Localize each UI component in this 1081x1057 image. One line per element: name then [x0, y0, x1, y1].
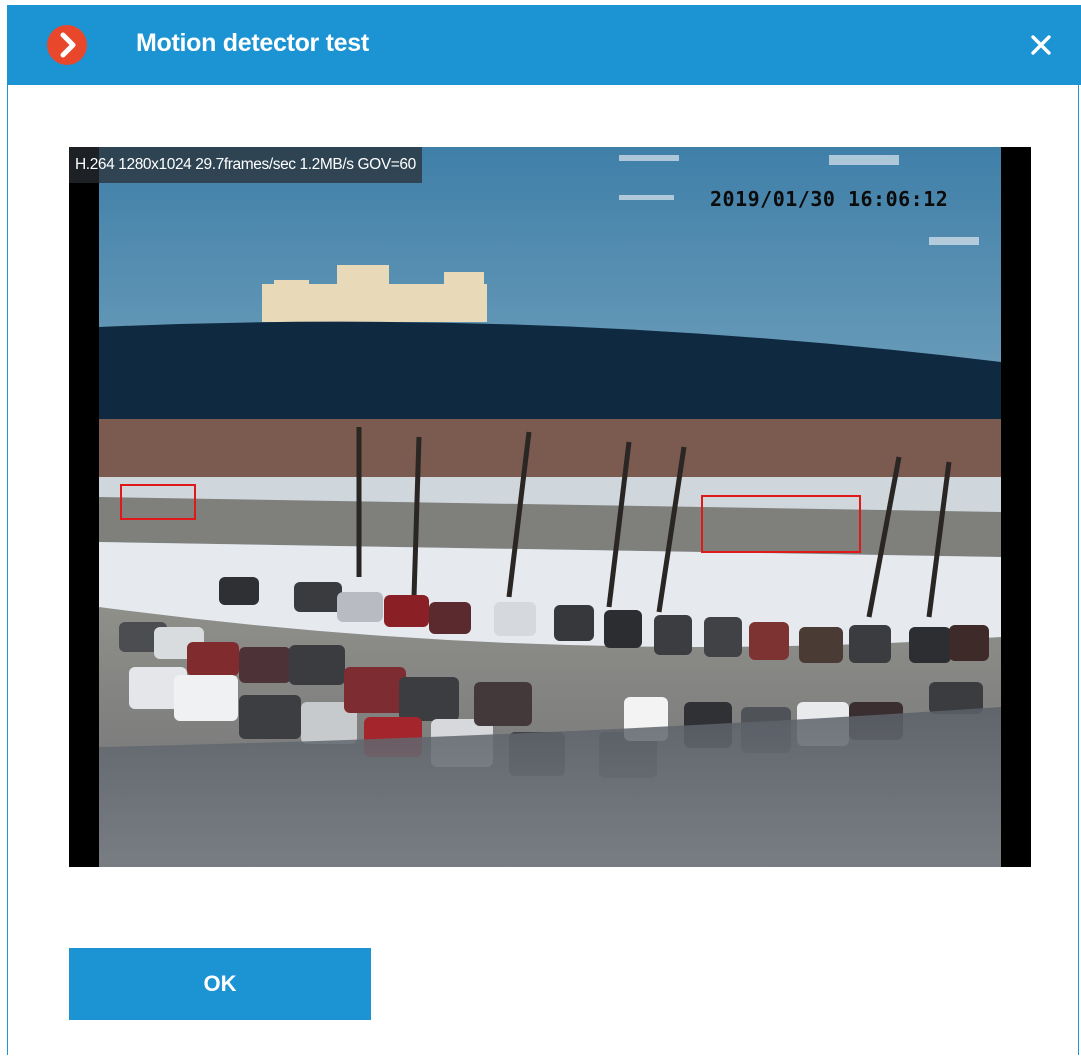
- stream-info-overlay: H.264 1280x1024 29.7frames/sec 1.2MB/s G…: [69, 147, 422, 183]
- motion-detector-dialog: Motion detector test H.264 1280x1024 29.…: [7, 5, 1081, 1055]
- app-logo-icon: [47, 25, 87, 65]
- camera-image: [69, 147, 1031, 867]
- motion-region-box: [701, 495, 861, 553]
- motion-region-box: [120, 484, 196, 520]
- dialog-title: Motion detector test: [136, 29, 369, 57]
- close-icon: [1031, 35, 1051, 55]
- dialog-titlebar: Motion detector test: [7, 5, 1081, 85]
- video-preview: H.264 1280x1024 29.7frames/sec 1.2MB/s G…: [69, 147, 1031, 867]
- ok-button[interactable]: OK: [69, 948, 371, 1020]
- close-button[interactable]: [1025, 29, 1057, 61]
- video-timestamp: 2019/01/30 16:06:12: [710, 187, 949, 211]
